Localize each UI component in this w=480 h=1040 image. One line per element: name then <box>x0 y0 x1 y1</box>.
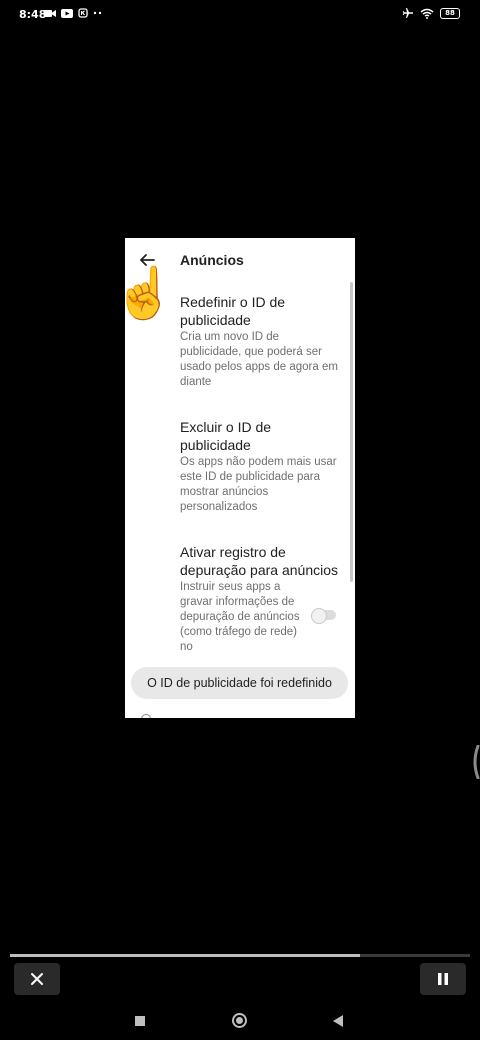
item-description: Cria um novo ID de publicidade, que pode… <box>180 331 338 388</box>
airplane-mode-icon <box>402 8 413 18</box>
video-progress-bar[interactable] <box>10 954 470 957</box>
edge-panel-handle[interactable] <box>470 745 480 779</box>
wifi-icon <box>420 8 434 19</box>
item-title: Ativar registro de depuração para anúnci… <box>180 544 339 578</box>
page-title: Anúncios <box>180 252 244 268</box>
youtube-icon <box>61 8 73 18</box>
more-dots-icon <box>93 11 102 15</box>
status-bar: 8:48 88 <box>0 0 480 30</box>
video-camera-icon <box>44 9 56 17</box>
home-icon[interactable] <box>232 1013 247 1028</box>
debug-logging-toggle[interactable] <box>311 608 336 624</box>
pause-button[interactable] <box>420 963 466 995</box>
item-description: Instruir seus apps a gravar informações … <box>180 581 300 653</box>
close-icon <box>31 973 43 985</box>
video-progress-fill <box>10 954 360 957</box>
recents-icon[interactable] <box>135 1016 145 1026</box>
item-title: Excluir o ID de publicidade <box>180 419 272 453</box>
scrollbar[interactable] <box>350 282 353 582</box>
back-icon[interactable] <box>333 1015 343 1027</box>
kakao-icon <box>78 8 88 18</box>
toast-message: O ID de publicidade foi redefinido <box>131 667 348 699</box>
pointing-hand-icon: ☝️ <box>113 265 176 321</box>
list-item-icon <box>141 714 151 718</box>
battery-icon: 88 <box>440 7 460 19</box>
system-navigation-bar <box>0 1000 480 1040</box>
status-right-icons: 88 <box>402 7 460 19</box>
item-description: Os apps não podem mais usar este ID de p… <box>180 456 337 513</box>
status-left-icons <box>44 8 103 18</box>
ads-debug-logging-item[interactable]: Ativar registro de depuração para anúnci… <box>180 543 338 655</box>
delete-ad-id-item[interactable]: Excluir o ID de publicidade Os apps não … <box>180 418 340 515</box>
item-title: Redefinir o ID de publicidade <box>180 294 286 328</box>
close-button[interactable] <box>14 963 60 995</box>
reset-ad-id-item[interactable]: Redefinir o ID de publicidade Cria um no… <box>180 293 340 390</box>
status-time: 8:48 <box>19 8 47 21</box>
pause-icon <box>438 973 448 985</box>
